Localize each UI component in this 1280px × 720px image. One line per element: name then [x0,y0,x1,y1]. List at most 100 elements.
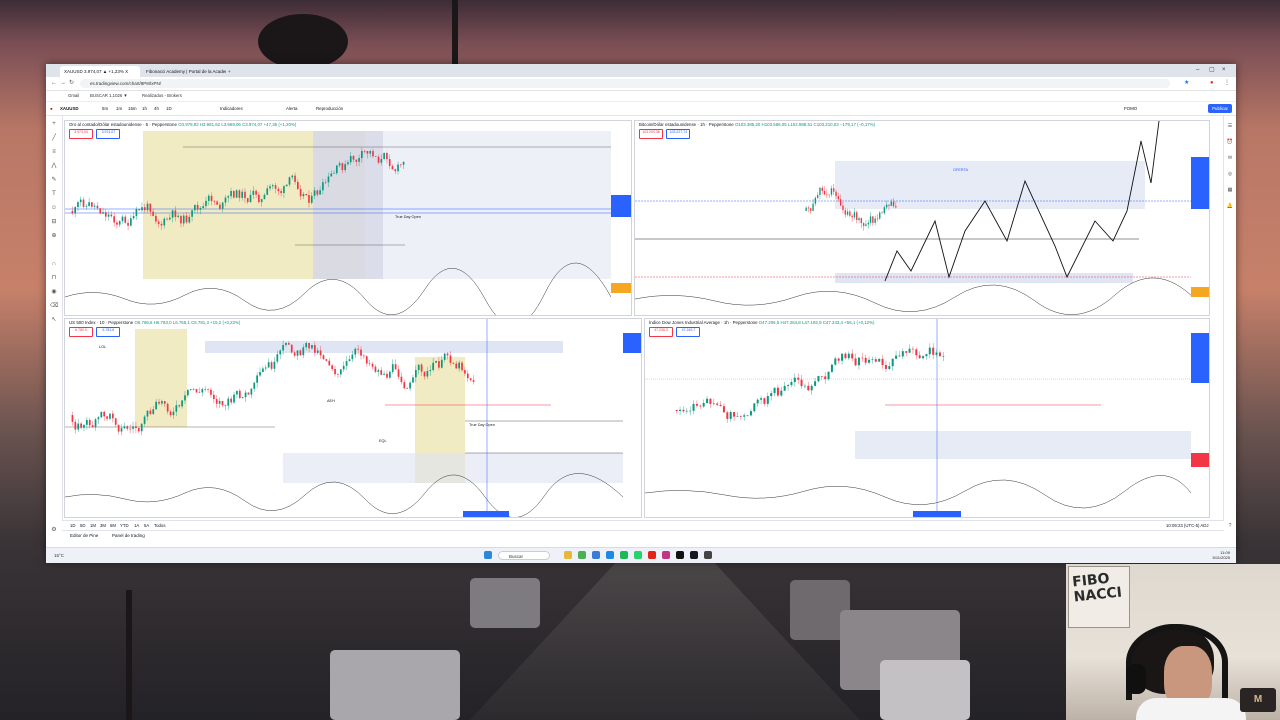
zoom-icon[interactable]: ⊕ [50,232,58,240]
start-icon[interactable] [484,551,492,559]
range-5d[interactable]: 5D [80,522,86,530]
buy-button[interactable]: 47.249,7 [676,327,701,337]
back-icon[interactable]: ← [51,79,57,88]
brush-icon[interactable]: ✎ [50,176,58,184]
tab-fibonacci-academy[interactable]: Fibonacci Academy | Portal de la Academi… [142,66,226,77]
layout-fomo[interactable]: FOMO [1124,104,1137,113]
sell-button[interactable]: 6.780,9 [69,327,93,337]
interval-5m[interactable]: 5m [102,104,108,113]
bookmark-buscar[interactable]: BUSCAR 1,1026 ▼ [90,92,128,100]
chrome-icon[interactable] [578,551,586,559]
system-clock[interactable]: 11:09 5/11/2025 [1213,550,1231,560]
buy-button[interactable]: 3.974,07 [96,129,121,139]
lock-icon[interactable]: ⊓ [50,274,58,282]
publish-button[interactable]: Publicar [1208,104,1232,113]
candle-body [383,373,385,375]
tiktok-icon[interactable] [676,551,684,559]
youtube-icon[interactable] [648,551,656,559]
pattern-icon[interactable]: ⋀ [50,162,58,170]
chart-pane-us500[interactable]: US 500 Index · 10 · Pepperstone O6.766,6… [64,318,642,518]
spotify-icon[interactable] [620,551,628,559]
replay-button[interactable]: Reproducción [316,104,343,113]
range-5a[interactable]: 5A [144,522,149,530]
ideas-icon[interactable]: ◎ [1226,170,1234,178]
candles [675,343,945,423]
range-1d[interactable]: 1D [70,522,76,530]
range-1m[interactable]: 1M [90,522,96,530]
browser-menu-icon[interactable]: ⋮ [1224,79,1230,88]
range-6m[interactable]: 6M [110,522,116,530]
tradingview-logo[interactable]: ● [50,104,53,113]
sell-button[interactable]: 3.973,93 [69,129,93,139]
eye-icon[interactable]: ◉ [50,288,58,296]
alerts-icon[interactable]: ⏰ [1226,138,1234,146]
tradingview-icon[interactable] [690,551,698,559]
crosshair-icon[interactable]: + [50,120,58,128]
reload-icon[interactable]: ↻ [69,79,74,88]
profile-avatar[interactable]: ● [1210,79,1214,88]
sell-button[interactable]: 103.200,38 [639,129,663,139]
watchlist-icon[interactable]: ☰ [1226,122,1234,130]
buy-button[interactable]: 6.781,6 [96,327,121,337]
help-icon[interactable]: ? [1226,522,1234,530]
chart-pane-us30[interactable]: Índice Dow Jones Industrial Average · 1h… [644,318,1210,518]
buy-button[interactable]: 103.227,74 [666,129,691,139]
interval-1d[interactable]: 1D [166,104,172,113]
cursor-icon[interactable]: ↖ [50,316,58,324]
calendar-icon[interactable]: ▦ [1226,186,1234,194]
chat-icon[interactable]: ✉ [1226,154,1234,162]
trading-panel-tab[interactable]: Panel de trading [112,532,145,540]
tab-tradingview[interactable]: XAUUSD 3.974,07 ▲ +1,23% X [60,66,140,77]
interval-15m[interactable]: 15m [128,104,137,113]
mail-icon[interactable] [606,551,614,559]
new-tab-button[interactable]: + [226,66,236,77]
pane-title: Bitcoin/Dólar estadounidense · 1h · Pepp… [639,122,876,127]
maximize-button[interactable]: ▢ [1209,66,1215,75]
bookmark-star-icon[interactable]: ★ [1184,79,1189,88]
range-all[interactable]: Todos [154,522,165,530]
interval-4h[interactable]: 4h [154,104,159,113]
chart-pane-xauusd[interactable]: Oro al contado/Dólar estadounidense · 5 … [64,120,632,316]
candle-body [129,428,132,430]
bookmark-gmail[interactable]: Gmail [68,92,79,100]
notifications-icon[interactable]: 🔔 [1226,202,1234,210]
candle-body [86,419,88,425]
candle-body [368,363,371,365]
ruler-icon[interactable]: ⊟ [50,218,58,226]
candle-body [363,151,366,152]
indicators-button[interactable]: Indicadores [220,104,243,113]
taskbar-search[interactable]: Buscar [498,551,550,560]
emoji-icon[interactable]: ☺ [50,204,58,212]
forward-icon[interactable]: → [60,79,66,88]
symbol-search[interactable]: XAUUSD [60,104,79,113]
alert-button[interactable]: Alerta [286,104,297,113]
sell-button[interactable]: 47.236,3 [649,327,673,337]
store-icon[interactable] [592,551,600,559]
close-window-button[interactable]: × [1222,66,1226,75]
candle-body [192,388,195,390]
range-3m[interactable]: 3M [100,522,106,530]
interval-1h[interactable]: 1h [142,104,147,113]
pine-editor-tab[interactable]: Editor de Pine [70,532,98,540]
candle-body [146,410,149,417]
chart-pane-btcusd[interactable]: Bitcoin/Dólar estadounidense · 1h · Pepp… [634,120,1210,316]
candle-body [837,196,840,200]
interval-1m[interactable]: 1m [116,104,122,113]
whatsapp-icon[interactable] [634,551,642,559]
range-ytd[interactable]: YTD [120,522,129,530]
magnet-icon[interactable]: ∩ [50,260,58,268]
text-icon[interactable]: T [50,190,58,198]
settings-icon[interactable]: ⚙ [50,526,58,534]
weather-widget[interactable]: 15°C [54,551,64,560]
explorer-icon[interactable] [564,551,572,559]
instagram-icon[interactable] [662,551,670,559]
url-field[interactable]: es.tradingview.com/chart/8P8rlxPN/ [80,79,1170,88]
range-1a[interactable]: 1A [134,522,139,530]
minimize-button[interactable]: – [1196,66,1199,75]
timezone-readout[interactable]: 10:09:23 (UTC-5) ADJ [1166,522,1209,530]
fib-icon[interactable]: ≡ [50,148,58,156]
trendline-icon[interactable]: ╱ [50,134,58,142]
trash-icon[interactable]: ⌫ [50,302,58,310]
obs-icon[interactable] [704,551,712,559]
bookmark-realizados[interactable]: Realizados - Brokers [142,92,182,100]
